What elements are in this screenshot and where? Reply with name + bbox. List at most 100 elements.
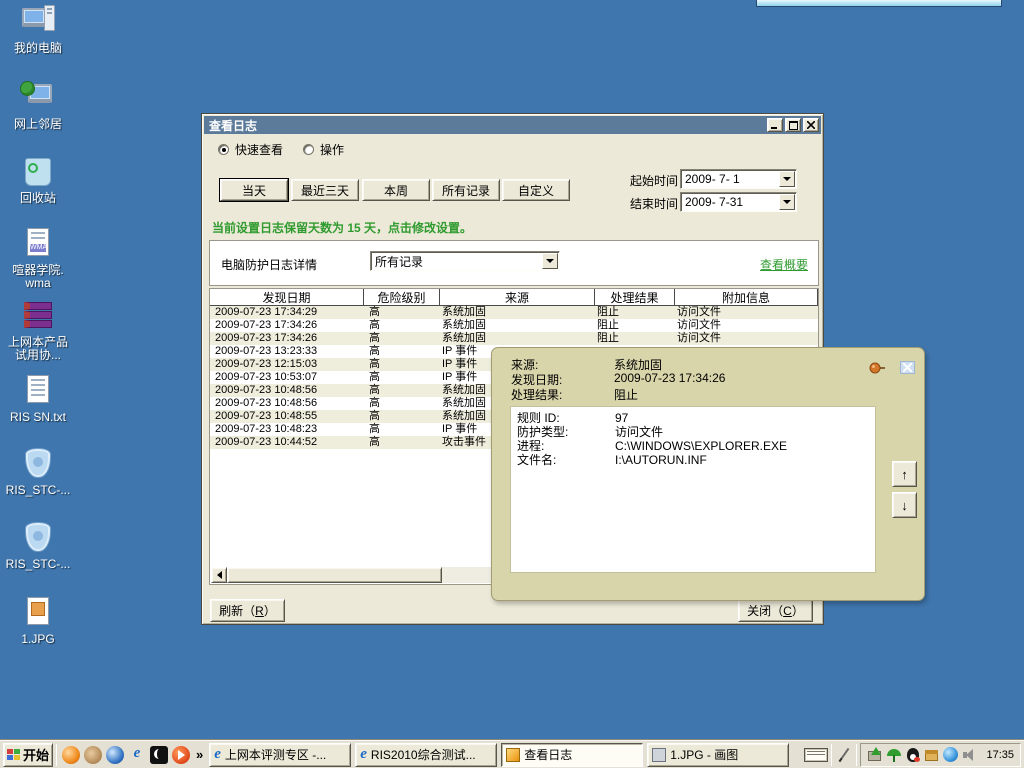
pushpin-icon[interactable]: [868, 362, 886, 375]
desktop-icon-my-computer[interactable]: 我的电脑: [0, 5, 76, 55]
col-header-info[interactable]: 附加信息: [675, 289, 818, 305]
start-time-combobox[interactable]: 2009- 7- 1: [680, 169, 797, 189]
view-summary-link[interactable]: 查看概要: [760, 256, 808, 273]
taskbar-task-log-viewer[interactable]: 查看日志: [501, 743, 643, 767]
task-label: 上网本评测专区 -...: [225, 746, 326, 763]
pen-icon[interactable]: [839, 747, 850, 761]
desktop-icon-wma-file[interactable]: WMA 喧器学院. wma: [0, 227, 76, 290]
desktop-icon-network-places[interactable]: 网上邻居: [0, 81, 76, 131]
package-icon[interactable]: [924, 747, 940, 763]
retention-notice[interactable]: 当前设置日志保留天数为 15 天，点击修改设置。: [212, 219, 472, 236]
rar-archive-icon: [20, 299, 56, 333]
table-row[interactable]: 2009-07-23 17:34:29高系统加固阻止访问文件: [210, 306, 818, 319]
col-header-result[interactable]: 处理结果: [595, 289, 675, 305]
record-filter-combobox[interactable]: 所有记录: [370, 251, 560, 271]
col-header-date[interactable]: 发现日期: [210, 289, 364, 305]
refresh-button[interactable]: 刷新（R）: [210, 599, 285, 622]
close-icon: [807, 121, 815, 129]
chevron-down-icon: [783, 200, 791, 204]
popup-field-label: 处理结果:: [511, 386, 614, 403]
filter-band: 电脑防护日志详情 所有记录 查看概要: [209, 240, 819, 286]
refresh-button-label: 刷新（: [219, 602, 255, 619]
desktop-icon-text-file[interactable]: RIS SN.txt: [0, 374, 76, 424]
umbrella-antivirus-icon[interactable]: [886, 747, 902, 763]
log-icon: [506, 748, 520, 762]
maximize-button[interactable]: [785, 118, 801, 132]
tray-clock[interactable]: 17:35: [986, 749, 1014, 761]
desktop-icon-installer-2[interactable]: RIS_STC-...: [0, 521, 76, 571]
range-allrecords-button[interactable]: 所有记录: [432, 179, 500, 201]
close-button[interactable]: [803, 118, 819, 132]
cell-date: 2009-07-23 12:15:03: [210, 358, 364, 371]
end-time-combobox[interactable]: 2009- 7-31: [680, 192, 797, 212]
popup-close-button[interactable]: [900, 361, 915, 374]
range-custom-button[interactable]: 自定义: [502, 179, 570, 201]
previous-record-button[interactable]: ↑: [892, 461, 917, 487]
desktop-icon-label: 喧器学院. wma: [0, 264, 76, 290]
security-arrow-icon[interactable]: [867, 747, 883, 763]
ie-icon[interactable]: e: [128, 746, 146, 764]
start-time-value: 2009- 7- 1: [681, 172, 778, 186]
desktop-icon-label: 我的电脑: [0, 42, 76, 55]
desktop-icon-installer-1[interactable]: RIS_STC-...: [0, 447, 76, 497]
radio-actions[interactable]: [303, 144, 314, 155]
quicklaunch-overflow-chevron[interactable]: »: [196, 747, 203, 762]
record-filter-dropdown-button[interactable]: [542, 253, 558, 269]
col-header-level[interactable]: 危险级别: [364, 289, 440, 305]
window-titlebar[interactable]: 查看日志: [204, 116, 821, 134]
orange-browser-icon[interactable]: [62, 746, 80, 764]
desktop-icon-recycle-bin[interactable]: 回收站: [0, 155, 76, 205]
google-earth-icon[interactable]: [106, 746, 124, 764]
next-record-button[interactable]: ↓: [892, 492, 917, 518]
desktop-icon-jpeg[interactable]: 1.JPG: [0, 596, 76, 646]
taskbar-task-ie-2[interactable]: e RIS2010综合测试...: [355, 743, 497, 767]
globe-icon[interactable]: [943, 747, 958, 762]
cell-level: 高: [364, 423, 440, 436]
emule-icon[interactable]: [84, 746, 102, 764]
windows-logo-icon: [7, 749, 20, 761]
cell-level: 高: [364, 319, 440, 332]
cell-level: 高: [364, 436, 440, 449]
close-window-button[interactable]: 关闭（C）: [738, 599, 813, 622]
start-button[interactable]: 开始: [3, 743, 53, 767]
qq-messenger-icon[interactable]: [905, 747, 921, 763]
popup-field-result: 处理结果: 阻止: [511, 386, 638, 403]
media-player-icon[interactable]: [150, 746, 168, 764]
scroll-left-button[interactable]: [211, 567, 227, 583]
cell-source: 系统加固: [440, 332, 595, 345]
radio-quick-view[interactable]: [218, 144, 229, 155]
taskbar-task-paint[interactable]: 1.JPG - 画图: [647, 743, 789, 767]
keyboard-icon[interactable]: [804, 748, 828, 762]
cell-level: 高: [364, 306, 440, 319]
task-label: 查看日志: [524, 746, 572, 763]
paint-icon: [652, 748, 666, 762]
radio-quick-view-label: 快速查看: [235, 141, 283, 158]
col-header-source[interactable]: 来源: [440, 289, 595, 305]
range-thisweek-button[interactable]: 本周: [362, 179, 430, 201]
cell-level: 高: [364, 410, 440, 423]
chevron-down-icon: [546, 259, 554, 263]
minimize-button[interactable]: [767, 118, 783, 132]
table-row[interactable]: 2009-07-23 17:34:26高系统加固阻止访问文件: [210, 319, 818, 332]
offscreen-window-edge[interactable]: [756, 0, 1002, 7]
player-play-icon[interactable]: [172, 746, 190, 764]
cell-date: 2009-07-23 10:48:55: [210, 410, 364, 423]
cell-date: 2009-07-23 13:23:33: [210, 345, 364, 358]
desktop-icon-label: RIS_STC-...: [0, 558, 76, 571]
close-button-label: 关闭（: [747, 602, 783, 619]
scrollbar-thumb[interactable]: [227, 567, 442, 583]
end-time-dropdown-button[interactable]: [779, 194, 795, 210]
start-time-dropdown-button[interactable]: [779, 171, 795, 187]
cell-level: 高: [364, 345, 440, 358]
arrow-up-icon: ↑: [901, 467, 908, 482]
detail-row-protect-type: 防护类型: 访问文件: [517, 425, 875, 439]
range-last3days-button[interactable]: 最近三天: [291, 179, 359, 201]
cell-level: 高: [364, 332, 440, 345]
range-today-button[interactable]: 当天: [220, 179, 288, 201]
detail-value: I:\AUTORUN.INF: [615, 453, 707, 467]
table-row[interactable]: 2009-07-23 17:34:26高系统加固阻止访问文件: [210, 332, 818, 345]
ie-icon: e: [360, 747, 367, 762]
volume-icon[interactable]: [961, 747, 977, 763]
taskbar-task-ie-1[interactable]: e 上网本评测专区 -...: [209, 743, 351, 767]
desktop-icon-rar-archive[interactable]: 上网本产品 试用协...: [0, 299, 76, 362]
